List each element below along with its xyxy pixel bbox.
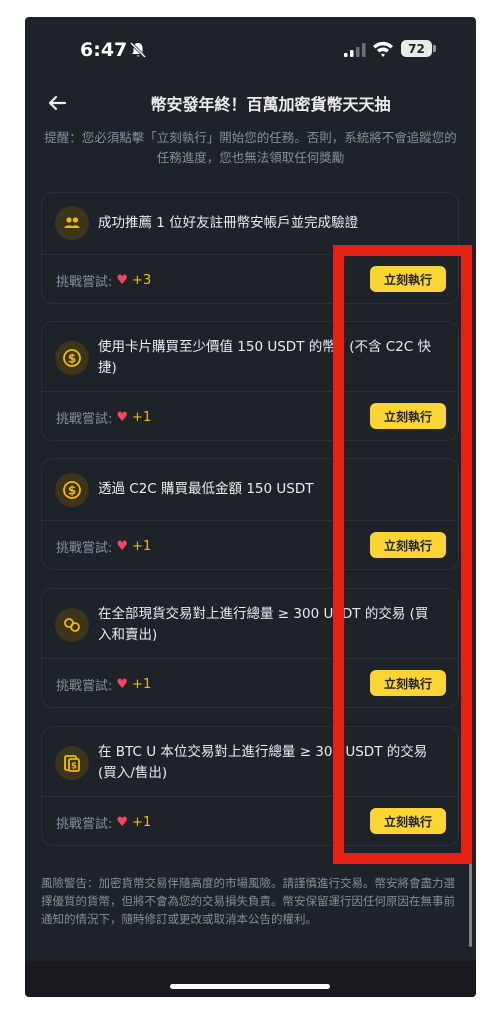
card-divider — [42, 254, 458, 255]
attempts-count: +3 — [132, 273, 152, 288]
attempts-label: 挑戰嘗試: — [56, 679, 113, 694]
heart-icon: ♥ — [116, 410, 129, 425]
home-indicator[interactable] — [170, 984, 330, 989]
attempts-info: 挑戰嘗試: ♥ +1 — [56, 675, 151, 694]
task-description: 成功推薦 1 位好友註冊幣安帳戶並完成驗證 — [98, 215, 359, 231]
execute-now-button[interactable]: 立刻執行 — [370, 670, 446, 696]
attempts-label: 挑戰嘗試: — [56, 541, 113, 556]
task-card: $ 在 BTC U 本位交易對上進行總量 ≥ 300 USDT 的交易 (買入/… — [41, 726, 459, 846]
heart-icon: ♥ — [116, 539, 129, 554]
attempts-label: 挑戰嘗試: — [56, 817, 113, 832]
heart-icon: ♥ — [116, 815, 129, 830]
attempts-info: 挑戰嘗試: ♥ +1 — [56, 537, 151, 556]
task-description: 在 BTC U 本位交易對上進行總量 ≥ 300 USDT 的交易 (買入/售出… — [98, 744, 428, 781]
status-bar: 6:47 72 — [25, 17, 476, 81]
attempts-info: 挑戰嘗試: ♥ +1 — [56, 408, 151, 427]
card-divider — [42, 658, 458, 659]
task-description: 透過 C2C 購買最低金額 150 USDT — [98, 481, 314, 497]
dollar-coin-icon: $ — [55, 473, 89, 507]
task-description: 使用卡片購買至少價值 150 USDT 的幣。(不含 C2C 快捷) — [98, 339, 432, 376]
svg-text:$: $ — [68, 484, 76, 498]
attempts-info: 挑戰嘗試: ♥ +3 — [56, 271, 151, 290]
task-description: 在全部現貨交易對上進行總量 ≥ 300 USDT 的交易 (買入和賣出) — [98, 606, 429, 643]
battery-icon: 72 — [401, 40, 436, 57]
execute-now-button[interactable]: 立刻執行 — [370, 532, 446, 558]
futures-icon: $ — [55, 746, 89, 780]
execute-now-button[interactable]: 立刻執行 — [370, 266, 446, 292]
attempts-label: 挑戰嘗試: — [56, 275, 113, 290]
attempts-count: +1 — [132, 815, 152, 830]
bell-muted-icon — [129, 41, 147, 59]
reminder-text: 提醒：您必須點擊「立刻執行」開始您的任務。否則，系統將不會追蹤您的任務進度，您也… — [44, 130, 457, 165]
page-title: 幣安發年終！百萬加密貨幣天天抽 — [150, 95, 391, 114]
execute-now-button[interactable]: 立刻執行 — [370, 403, 446, 429]
dollar-coin-icon: $ — [55, 341, 89, 375]
task-card: $ 透過 C2C 購買最低金額 150 USDT 挑戰嘗試: ♥ +1 立刻執行 — [41, 458, 459, 570]
status-time: 6:47 — [80, 39, 128, 61]
heart-icon: ♥ — [116, 677, 129, 692]
exchange-icon — [55, 608, 89, 642]
scrollbar[interactable] — [469, 847, 472, 947]
wifi-icon — [373, 41, 393, 57]
card-divider — [42, 391, 458, 392]
attempts-label: 挑戰嘗試: — [56, 412, 113, 427]
risk-warning: 風險警告：加密貨幣交易伴隨高度的市場風險。請謹慎進行交易。幣安將會盡力選擇優質的… — [41, 876, 455, 926]
task-card: 成功推薦 1 位好友註冊幣安帳戶並完成驗證 挑戰嘗試: ♥ +3 立刻執行 — [41, 192, 459, 304]
card-divider — [42, 796, 458, 797]
cellular-signal-icon — [344, 43, 366, 57]
svg-text:$: $ — [71, 762, 77, 772]
phone-screen: 6:47 72 幣安發年終！百萬加密貨幣天天抽 提醒：您必須點擊「立刻執行」開始… — [25, 17, 476, 997]
task-card: 在全部現貨交易對上進行總量 ≥ 300 USDT 的交易 (買入和賣出) 挑戰嘗… — [41, 588, 459, 708]
attempts-count: +1 — [132, 539, 152, 554]
card-divider — [42, 520, 458, 521]
svg-text:$: $ — [68, 352, 76, 366]
users-icon — [55, 206, 89, 240]
task-card: $ 使用卡片購買至少價值 150 USDT 的幣。(不含 C2C 快捷) 挑戰嘗… — [41, 321, 459, 441]
attempts-count: +1 — [132, 410, 152, 425]
heart-icon: ♥ — [116, 273, 129, 288]
attempts-info: 挑戰嘗試: ♥ +1 — [56, 813, 151, 832]
bottom-bar — [25, 961, 476, 997]
attempts-count: +1 — [132, 677, 152, 692]
execute-now-button[interactable]: 立刻執行 — [370, 808, 446, 834]
page-header: 幣安發年終！百萬加密貨幣天天抽 — [25, 81, 476, 129]
